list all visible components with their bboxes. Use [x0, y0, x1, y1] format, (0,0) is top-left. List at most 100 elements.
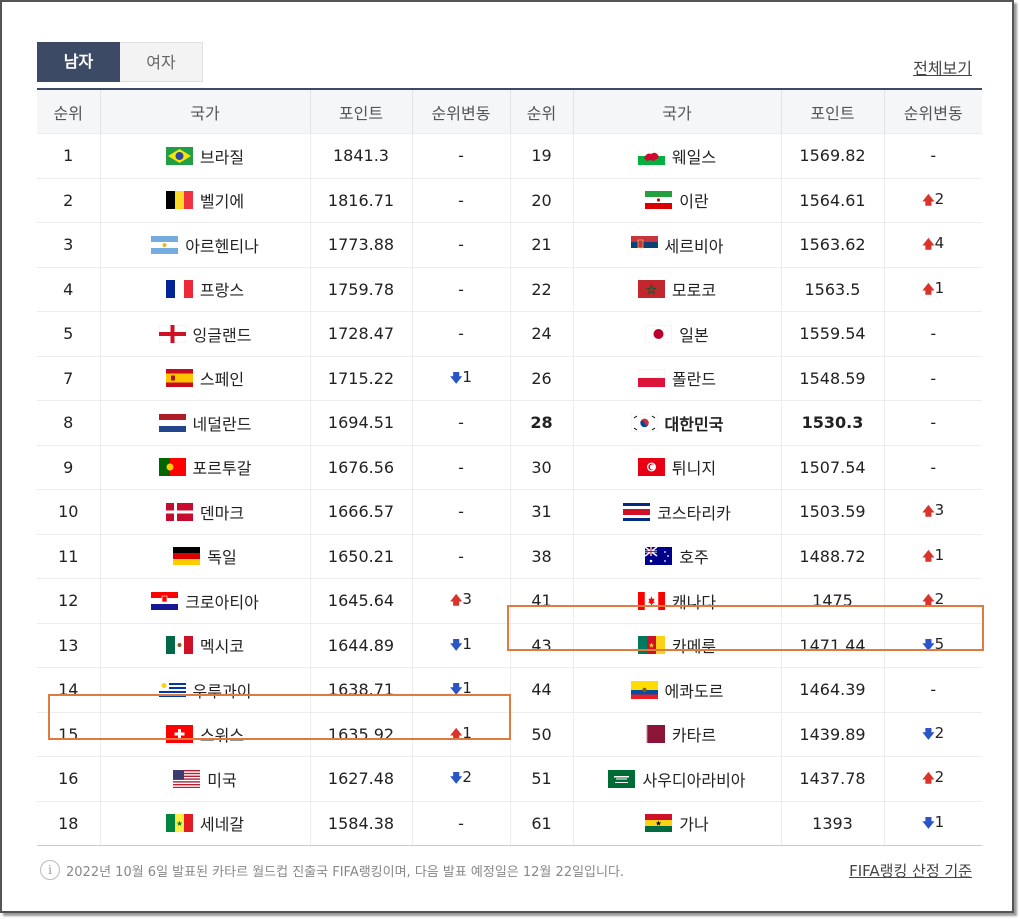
rank-cell: 5 [37, 311, 100, 356]
header-country: 국가 [572, 89, 781, 134]
germany-flag-icon [173, 547, 201, 566]
ranking-criteria-link[interactable]: FIFA랭킹 산정 기준 [849, 860, 972, 881]
rank-up-arrow-icon: 🡅 [922, 504, 935, 519]
table-row: 8 네덜란드 1694.51 - 28 대한민국 1530.3 - [37, 400, 982, 445]
table-header-row: 순위 국가 포인트 순위변동 순위 국가 포인트 순위변동 [37, 89, 982, 134]
country-name: 벨기에 [199, 192, 245, 212]
view-all-link[interactable]: 전체보기 [913, 55, 972, 79]
rank-change-cell: 🡇1 [411, 622, 510, 668]
rank-cell: 50 [509, 711, 573, 757]
rank-cell: 4 [37, 266, 100, 312]
points-cell: 1464.39 [780, 667, 884, 712]
rank-change-value: - [930, 368, 937, 388]
country-name: 웨일스 [671, 147, 717, 167]
rank-down-arrow-icon: 🡇 [450, 370, 463, 385]
country-name: 스페인 [199, 370, 245, 390]
rank-cell: 1 [37, 133, 100, 178]
country-name: 크로아티아 [185, 592, 259, 612]
rank-change-cell: - [411, 311, 510, 356]
points-cell: 1437.78 [780, 756, 884, 801]
footer-note-text: 2022년 10월 6일 발표된 카타르 월드컵 진출국 FIFA랭킹이며, 다… [66, 864, 625, 880]
rank-change-cell: 🡇2 [883, 711, 982, 757]
rank-change-cell: - [883, 311, 982, 356]
country-cell: 세르비아 [572, 222, 781, 267]
rank-change-cell: - [883, 355, 982, 401]
country-name: 일본 [679, 325, 709, 345]
country-cell: 호주 [572, 533, 781, 579]
points-cell: 1530.3 [780, 400, 884, 445]
rank-up-arrow-icon: 🡅 [922, 771, 935, 786]
rank-down-arrow-icon: 🡇 [450, 637, 463, 652]
rank-change-cell: 🡅3 [411, 578, 510, 623]
footer-note: i 2022년 10월 6일 발표된 카타르 월드컵 진출국 FIFA랭킹이며,… [40, 860, 624, 880]
england-flag-icon [158, 324, 186, 343]
table-row: 7 스페인 1715.22 🡇1 26 폴란드 1548.59- [37, 355, 982, 401]
country-name: 멕시코 [199, 637, 245, 657]
rank-cell: 51 [509, 756, 573, 801]
rank-cell: 19 [509, 133, 573, 178]
rank-up-arrow-icon: 🡅 [922, 281, 935, 296]
rank-change-value: - [458, 279, 464, 299]
mexico-flag-icon [165, 636, 193, 655]
netherlands-flag-icon [158, 413, 186, 432]
rank-cell: 38 [509, 533, 573, 579]
country-cell: 멕시코 [99, 622, 310, 668]
rank-change-value: - [930, 457, 937, 477]
country-name: 이란 [679, 192, 709, 212]
croatia-flag-icon [151, 591, 179, 610]
country-cell: 사우디아라비아 [572, 756, 781, 801]
rank-change-cell: 🡇2 [411, 756, 510, 801]
rank-cell: 26 [509, 355, 573, 401]
rank-cell: 9 [37, 444, 100, 490]
rank-cell: 3 [37, 222, 100, 267]
tab-men[interactable]: 남자 [37, 42, 120, 82]
rank-down-arrow-icon: 🡇 [922, 726, 935, 741]
points-cell: 1488.72 [780, 533, 884, 579]
rank-change-value: - [458, 546, 464, 566]
rank-change-cell: - [411, 444, 510, 490]
rank-change-value: 1 [462, 634, 472, 653]
tab-women[interactable]: 여자 [120, 42, 203, 82]
country-name: 코스타리카 [657, 503, 731, 523]
country-cell: 벨기에 [99, 177, 310, 223]
header-rank: 순위 [509, 89, 573, 134]
qatar-flag-icon [637, 725, 665, 744]
rank-cell: 16 [37, 756, 100, 801]
country-name: 독일 [207, 548, 237, 568]
table-row: 3 아르헨티나 1773.88-21 세르비아 1563.62 🡅4 [37, 222, 982, 267]
header-points: 포인트 [780, 89, 884, 134]
rank-up-arrow-icon: 🡅 [922, 192, 935, 207]
argentina-flag-icon [151, 235, 179, 254]
rank-change-value: - [458, 146, 464, 166]
points-cell: 1569.82 [780, 133, 884, 178]
rank-change-cell: - [883, 133, 982, 178]
points-cell: 1627.48 [309, 756, 412, 801]
rank-change-cell: 🡇1 [883, 800, 982, 846]
rank-change-value: 4 [934, 234, 945, 253]
country-cell: 덴마크 [99, 489, 310, 534]
country-cell: 포르투갈 [99, 444, 310, 490]
rank-cell: 28 [509, 400, 573, 445]
rank-change-value: 3 [934, 501, 945, 520]
rank-up-arrow-icon: 🡅 [450, 593, 463, 608]
country-name: 세네갈 [199, 815, 245, 835]
points-cell: 1773.88 [309, 222, 412, 267]
country-name: 포르투갈 [192, 459, 252, 479]
rank-cell: 44 [509, 667, 573, 712]
rank-cell: 20 [509, 177, 573, 223]
points-cell: 1728.47 [309, 311, 412, 356]
country-cell: 브라질 [99, 133, 310, 178]
country-cell: 카타르 [572, 711, 781, 757]
australia-flag-icon [644, 546, 673, 566]
rank-change-value: 2 [934, 189, 945, 208]
rank-change-value: - [930, 413, 937, 433]
country-cell: 크로아티아 [99, 578, 310, 623]
country-cell: 에콰도르 [572, 667, 781, 712]
rank-down-arrow-icon: 🡇 [922, 815, 935, 830]
points-cell: 1503.59 [780, 489, 884, 534]
rank-cell: 61 [509, 800, 573, 846]
korea-flag-icon [630, 413, 658, 432]
country-name: 에콰도르 [664, 681, 724, 701]
rank-cell: 30 [509, 444, 573, 490]
rank-change-value: - [930, 680, 937, 700]
